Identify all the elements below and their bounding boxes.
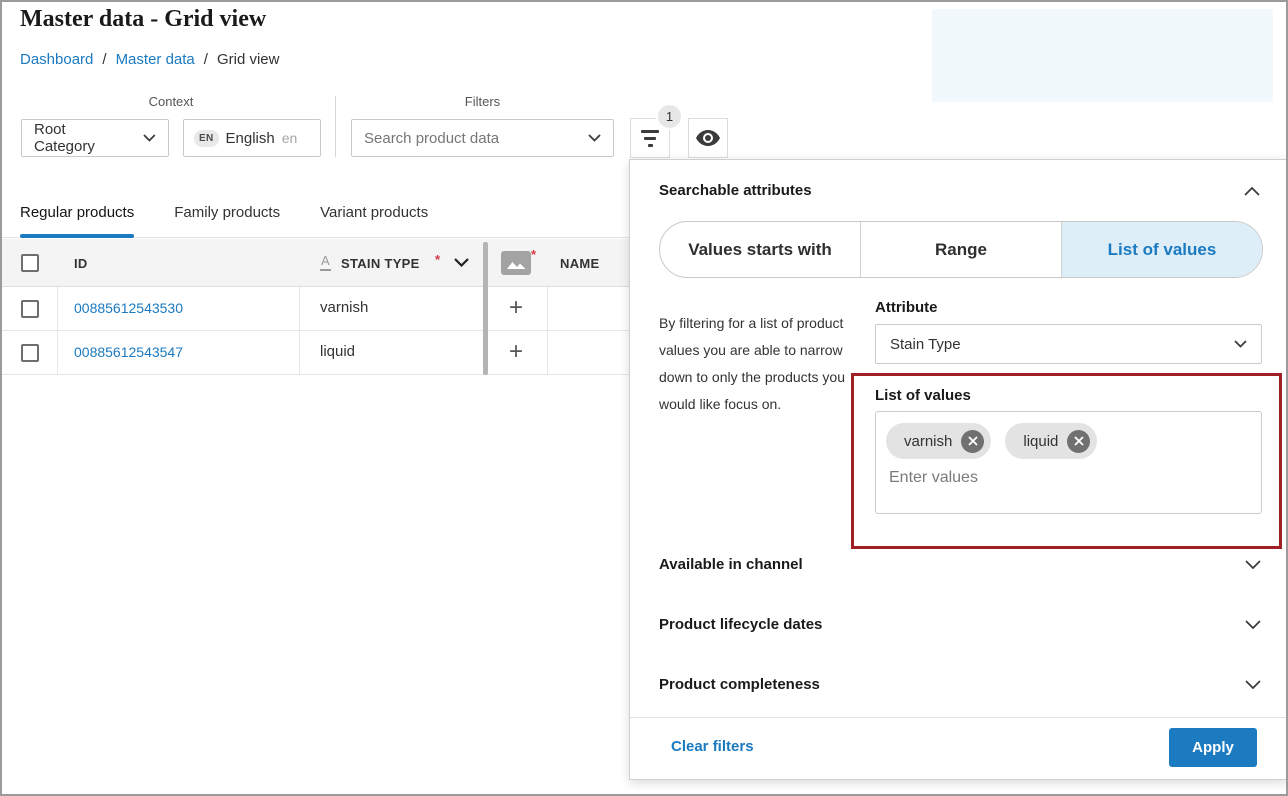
breadcrumb-separator: / xyxy=(102,51,106,68)
chevron-down-icon xyxy=(1245,680,1261,690)
filter-count-badge: 1 xyxy=(656,103,683,130)
panel-title: Searchable attributes xyxy=(659,182,812,199)
collapse-section-button[interactable] xyxy=(1239,178,1265,204)
category-select-value: Root Category xyxy=(34,121,129,155)
value-chip: varnish xyxy=(886,423,991,459)
text-attribute-icon: A xyxy=(320,254,331,271)
language-select[interactable]: EN English en xyxy=(183,119,321,157)
stain-type-value: liquid xyxy=(320,343,355,360)
attribute-select-value: Stain Type xyxy=(890,336,961,353)
list-of-values-label: List of values xyxy=(875,387,971,404)
add-image-button[interactable]: + xyxy=(502,336,530,368)
row-checkbox[interactable] xyxy=(21,344,39,362)
required-asterisk: * xyxy=(435,252,440,267)
remove-chip-button[interactable] xyxy=(961,430,984,453)
column-header-stain-type: STAIN TYPE xyxy=(341,256,420,271)
search-product-data-select[interactable]: Search product data xyxy=(351,119,614,157)
product-type-tabs: Regular products Family products Variant… xyxy=(2,187,629,238)
chevron-down-icon[interactable] xyxy=(454,258,469,267)
row-checkbox[interactable] xyxy=(21,300,39,318)
section-product-lifecycle-dates[interactable]: Product lifecycle dates xyxy=(630,610,1287,646)
top-right-highlight-area xyxy=(932,9,1273,102)
column-header-name: NAME xyxy=(560,256,599,271)
panel-footer: Clear filters Apply xyxy=(630,717,1287,779)
mode-values-starts-with[interactable]: Values starts with xyxy=(660,222,860,277)
attribute-select[interactable]: Stain Type xyxy=(875,324,1262,364)
table-row: 00885612543547 liquid + xyxy=(2,331,629,375)
values-placeholder: Enter values xyxy=(889,469,978,487)
language-code: en xyxy=(282,130,298,146)
chevron-down-icon xyxy=(143,134,156,142)
stain-type-cell[interactable]: varnish xyxy=(299,287,483,330)
filter-panel: Searchable attributes Values starts with… xyxy=(629,159,1288,780)
category-select[interactable]: Root Category xyxy=(21,119,169,157)
mode-list-of-values[interactable]: List of values xyxy=(1061,222,1262,277)
eye-icon xyxy=(696,130,720,146)
mode-range[interactable]: Range xyxy=(860,222,1061,277)
remove-chip-button[interactable] xyxy=(1067,430,1090,453)
chevron-down-icon xyxy=(1245,560,1261,570)
stain-type-cell[interactable]: liquid xyxy=(299,331,483,374)
apply-button[interactable]: Apply xyxy=(1169,728,1257,767)
close-icon xyxy=(968,436,978,446)
tab-family-products[interactable]: Family products xyxy=(174,187,280,237)
chevron-down-icon xyxy=(588,134,601,142)
section-label: Available in channel xyxy=(659,556,803,573)
chip-list: varnish liquid xyxy=(886,423,1097,459)
tab-regular-products[interactable]: Regular products xyxy=(20,187,134,237)
column-divider xyxy=(299,287,300,375)
section-product-completeness[interactable]: Product completeness xyxy=(630,670,1287,706)
breadcrumb-link-master-data[interactable]: Master data xyxy=(116,51,195,68)
product-id-link[interactable]: 00885612543547 xyxy=(74,344,183,360)
column-divider xyxy=(547,287,548,375)
values-input-field[interactable]: varnish liquid Enter values xyxy=(875,411,1262,514)
section-label: Product lifecycle dates xyxy=(659,616,822,633)
master-data-grid-view-page: Master data - Grid view Dashboard / Mast… xyxy=(0,0,1288,796)
filters-group-label: Filters xyxy=(351,94,614,109)
column-header-id: ID xyxy=(74,256,88,271)
breadcrumb-separator: / xyxy=(204,51,208,68)
filter-description: By filtering for a list of product value… xyxy=(659,310,861,418)
close-icon xyxy=(1074,436,1084,446)
value-chip: liquid xyxy=(1005,423,1097,459)
frozen-column-scrollbar[interactable] xyxy=(483,242,488,375)
search-placeholder: Search product data xyxy=(364,130,499,147)
chevron-down-icon xyxy=(1245,620,1261,630)
visibility-button[interactable] xyxy=(688,118,728,158)
attribute-label: Attribute xyxy=(875,299,938,316)
chevron-down-icon xyxy=(1234,340,1247,348)
section-label: Product completeness xyxy=(659,676,820,693)
table-row: 00885612543530 varnish + xyxy=(2,287,629,331)
filter-mode-toggle: Values starts with Range List of values xyxy=(659,221,1263,278)
select-all-checkbox[interactable] xyxy=(21,254,39,272)
context-group-label: Context xyxy=(21,94,321,109)
page-title: Master data - Grid view xyxy=(20,6,266,33)
toolbar-divider xyxy=(335,96,336,157)
breadcrumb-current: Grid view xyxy=(217,51,280,68)
chevron-up-icon xyxy=(1244,186,1260,196)
add-image-button[interactable]: + xyxy=(502,292,530,324)
breadcrumb-link-dashboard[interactable]: Dashboard xyxy=(20,51,93,68)
breadcrumb: Dashboard / Master data / Grid view xyxy=(20,51,279,68)
language-badge: EN xyxy=(194,130,219,147)
chip-label: liquid xyxy=(1023,433,1058,450)
filter-lines-icon xyxy=(641,130,659,147)
required-asterisk: * xyxy=(531,247,536,262)
clear-filters-link[interactable]: Clear filters xyxy=(671,738,754,755)
image-placeholder-icon xyxy=(501,251,531,275)
stain-type-value: varnish xyxy=(320,299,368,316)
chip-label: varnish xyxy=(904,433,952,450)
tab-variant-products[interactable]: Variant products xyxy=(320,187,428,237)
product-id-link[interactable]: 00885612543530 xyxy=(74,300,183,316)
table-header-row: ID A STAIN TYPE * * NAME xyxy=(2,239,629,287)
language-select-value: English xyxy=(226,130,275,147)
column-divider xyxy=(57,287,58,375)
section-available-in-channel[interactable]: Available in channel xyxy=(630,550,1287,586)
